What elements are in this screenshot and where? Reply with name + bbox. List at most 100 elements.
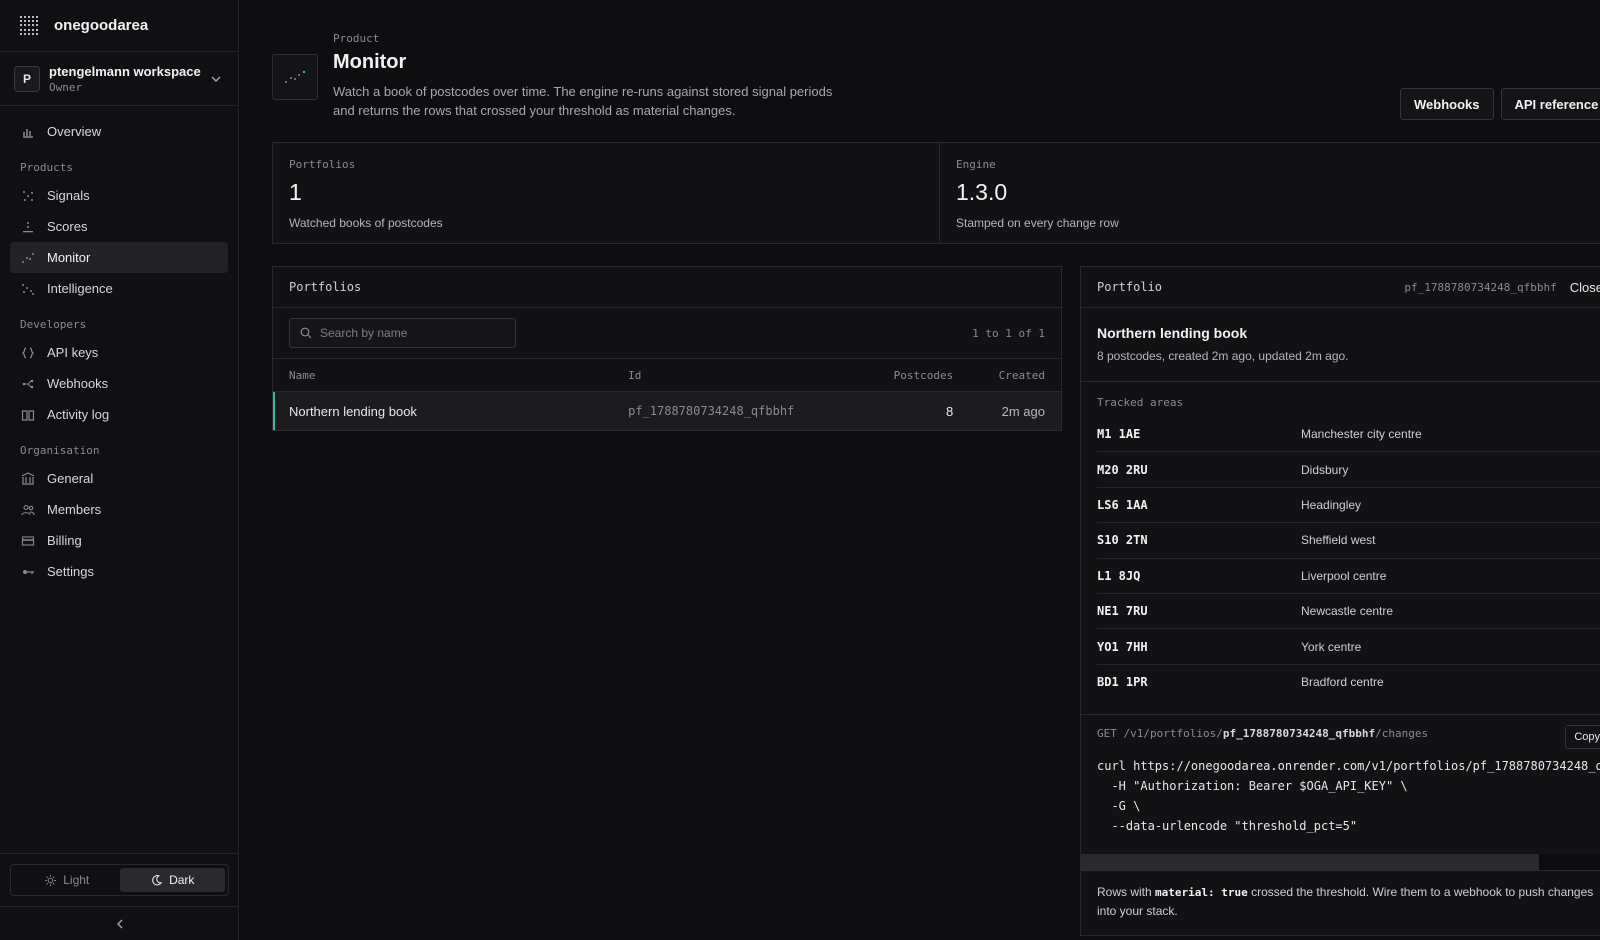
endpoint-path: GET /v1/portfolios/pf_1788780734248_qfbb… [1097,727,1600,740]
page-title: Monitor [333,51,407,73]
area-postcode: L1 8JQ [1097,568,1141,583]
portfolio-meta: 8 postcodes, created 2m ago, updated 2m … [1097,349,1349,363]
column-header-name[interactable]: Name [289,369,628,382]
curl-snippet: curl https://onegoodarea.onrender.com/v1… [1097,759,1600,833]
users-icon [20,502,36,518]
area-row: BD1 1PR Bradford centre [1097,665,1600,700]
stat-value: 1.3.0 [956,179,1008,205]
close-button[interactable]: Close [1570,280,1600,295]
area-postcode: M20 2RU [1097,462,1148,477]
sidebar-item-label: Scores [47,219,88,234]
collapse-sidebar-button[interactable] [0,906,239,940]
area-name: Sheffield west [1301,533,1376,548]
column-header-created[interactable]: Created [953,369,1045,382]
api-reference-button[interactable]: API reference [1500,88,1600,120]
scrollbar-thumb[interactable] [1081,854,1539,870]
sidebar-nav: Overview Products Signals Scores Monitor… [0,106,238,597]
sidebar-item-monitor[interactable]: Monitor [10,242,228,273]
portfolio-postcodes: 8 [946,403,954,419]
brand[interactable]: onegoodarea [0,0,238,52]
theme-dark-label: Dark [169,873,195,887]
webhook-icon [20,376,36,392]
sidebar-item-label: Signals [47,188,90,203]
panel-portfolio-id: pf_1788780734248_qfbbhf [1404,280,1557,294]
sidebar-item-activity-log[interactable]: Activity log [10,399,228,430]
area-row: S10 2TN Sheffield west [1097,523,1600,559]
sidebar: onegoodarea P ptengelmann workspace Owne… [0,0,239,940]
monitor-product-icon [272,54,318,100]
signals-icon [20,188,36,204]
sidebar-item-scores[interactable]: Scores [10,211,228,242]
search-icon [300,327,312,339]
portfolio-summary: Northern lending book 8 postcodes, creat… [1081,308,1600,382]
sidebar-item-general[interactable]: General [10,463,228,494]
workspace-name: ptengelmann workspace [49,63,201,79]
sidebar-item-label: Overview [47,124,102,139]
stats-bar: Portfolios 1 Watched books of postcodes … [272,142,1600,244]
theme-light-button[interactable]: Light [14,868,120,892]
intelligence-icon [20,281,36,297]
webhooks-button[interactable]: Webhooks [1400,88,1494,120]
workspace-switcher[interactable]: P ptengelmann workspace Owner [0,52,238,106]
area-row: LS6 1AA Headingley [1097,488,1600,524]
chevron-down-icon [211,76,221,82]
sidebar-item-webhooks[interactable]: Webhooks [10,368,228,399]
sidebar-item-members[interactable]: Members [10,494,228,525]
main-content: Product Monitor Watch a book of postcode… [240,0,1600,940]
page-description: Watch a book of postcodes over time. The… [333,84,833,118]
header-actions: Webhooks API reference [1400,88,1600,120]
theme-dark-button[interactable]: Dark [119,868,225,892]
page-eyebrow: Product [333,32,380,45]
area-name: Manchester city centre [1301,427,1422,442]
stat-engine: Engine 1.3.0 Stamped on every change row [940,143,1600,243]
area-name: Headingley [1301,497,1362,512]
workspace-avatar: P [14,65,40,92]
horizontal-scrollbar[interactable] [1081,854,1600,870]
sidebar-item-settings[interactable]: Settings [10,556,228,587]
area-name: Newcastle centre [1301,604,1394,619]
search-box [289,318,516,348]
sidebar-item-label: General [47,471,94,486]
area-row: M20 2RU Didsbury [1097,452,1600,488]
search-input[interactable] [320,326,500,340]
brand-logo-icon [20,15,40,36]
area-row: NE1 7RU Newcastle centre [1097,594,1600,630]
portfolio-title: Northern lending book [1097,325,1248,341]
stat-portfolios: Portfolios 1 Watched books of postcodes [273,143,940,243]
sidebar-item-signals[interactable]: Signals [10,180,228,211]
area-name: Bradford centre [1301,675,1384,690]
scores-icon [20,219,36,235]
area-postcode: BD1 1PR [1097,675,1148,690]
bank-icon [20,471,36,487]
portfolio-name: Northern lending book [289,403,417,419]
area-name: York centre [1301,639,1362,654]
area-name: Didsbury [1301,462,1349,477]
code-example: GET /v1/portfolios/pf_1788780734248_qfbb… [1081,715,1600,871]
area-postcode: LS6 1AA [1097,497,1148,512]
portfolio-created: 2m ago [1001,403,1045,419]
copy-button[interactable]: Copy [1565,725,1600,749]
sidebar-item-label: Members [47,502,102,517]
sidebar-item-label: Billing [47,533,82,548]
key-icon [20,564,36,580]
sidebar-item-intelligence[interactable]: Intelligence [10,273,228,304]
sidebar-item-label: API keys [47,345,99,360]
column-header-postcodes[interactable]: Postcodes [848,369,954,382]
stat-value: 1 [289,179,302,205]
workspace-role: Owner [49,80,83,94]
sidebar-item-billing[interactable]: Billing [10,525,228,556]
portfolio-detail-panel: Portfolio pf_1788780734248_qfbbhf Close … [1080,266,1600,936]
area-postcode: S10 2TN [1097,533,1148,548]
area-postcode: YO1 7HH [1097,639,1148,654]
area-postcode: NE1 7RU [1097,604,1148,619]
portfolio-id: pf_1788780734248_qfbbhf [628,404,795,418]
nav-section-developers: Developers [20,318,87,331]
sidebar-item-overview[interactable]: Overview [10,116,228,147]
chevron-left-icon [116,919,122,928]
bar-chart-icon [20,124,36,140]
table-row[interactable]: Northern lending book pf_1788780734248_q… [273,392,1061,430]
tracked-areas: Tracked areas M1 1AE Manchester city cen… [1081,382,1600,715]
sidebar-item-api-keys[interactable]: API keys [10,337,228,368]
theme-switch: Light Dark [10,864,229,896]
column-header-id[interactable]: Id [628,369,847,382]
